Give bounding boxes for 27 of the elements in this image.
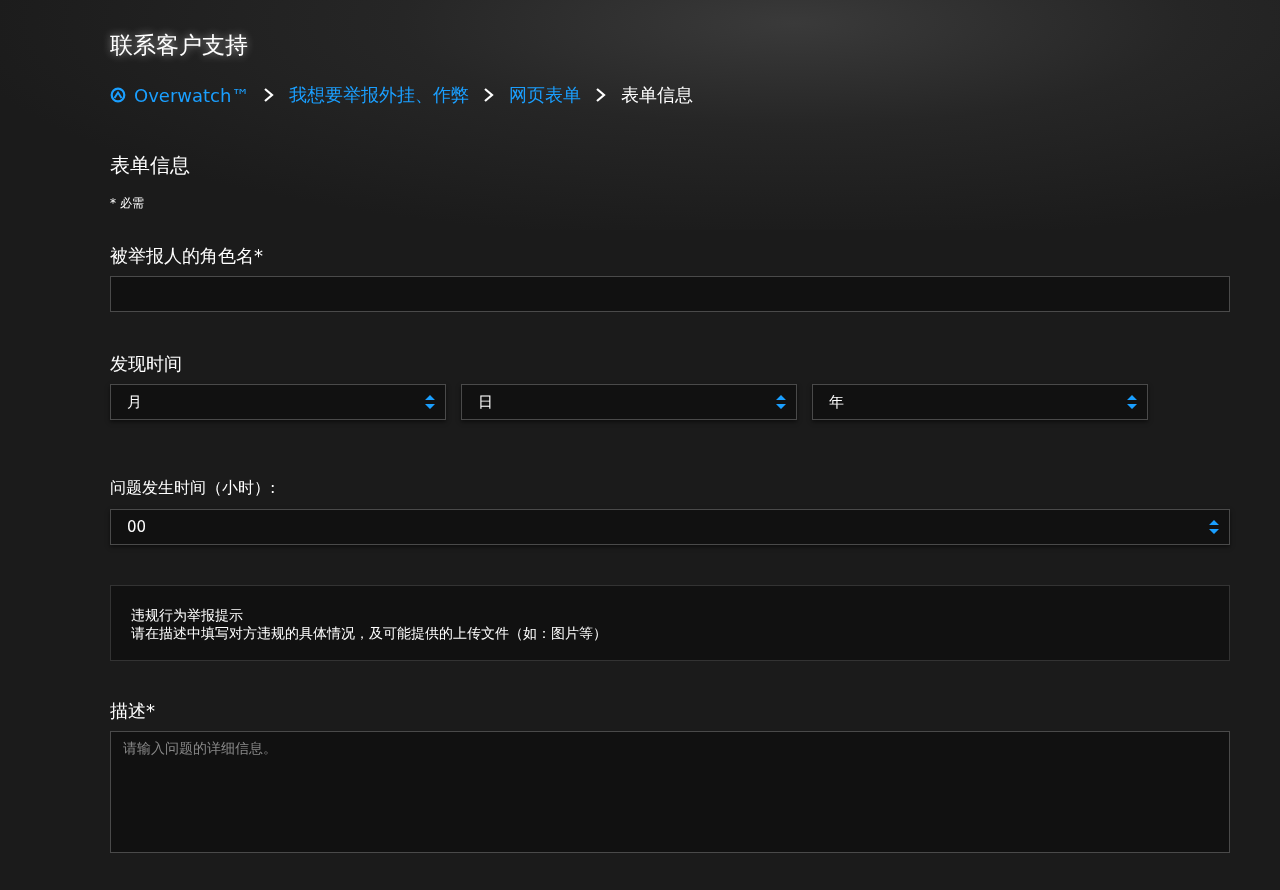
notice-text: 请在描述中填写对方违规的具体情况，及可能提供的上传文件（如：图片等） <box>131 624 608 642</box>
page-title: 联系客户支持 <box>110 31 249 60</box>
field-label: 被举报人的角色名* <box>110 244 264 268</box>
dropdown-select[interactable]: 年 <box>812 384 1148 420</box>
breadcrumb-link[interactable]: Overwatch™ <box>110 84 250 106</box>
breadcrumb-link[interactable]: 网页表单 <box>509 83 582 107</box>
field-label: 描述* <box>110 699 156 723</box>
sort-arrows-icon <box>425 395 435 409</box>
sort-arrows-icon <box>776 395 786 409</box>
dropdown-select[interactable]: 日 <box>461 384 797 420</box>
field-label: 问题发生时间（小时）: <box>110 478 277 499</box>
field-label: 发现时间 <box>110 352 183 376</box>
input-field[interactable] <box>110 276 1230 312</box>
sort-arrows-icon <box>1209 520 1219 534</box>
dropdown-select[interactable]: 00 <box>110 509 1230 545</box>
sort-arrows-icon <box>1127 395 1137 409</box>
breadcrumb-link[interactable]: 我想要举报外挂、作弊 <box>289 83 470 107</box>
notice-text: 违规行为举报提示 <box>131 606 244 624</box>
game-logo-icon <box>110 87 126 103</box>
chevron-right-icon <box>595 87 608 103</box>
textarea-field[interactable]: 请输入问题的详细信息。 <box>110 731 1230 853</box>
form-title: 表单信息 <box>110 152 191 179</box>
required-note: * 必需 <box>110 195 145 212</box>
chevron-right-icon <box>483 87 496 103</box>
breadcrumb-link[interactable]: 表单信息 <box>621 83 694 107</box>
dropdown-select[interactable]: 月 <box>110 384 446 420</box>
chevron-right-icon <box>263 87 276 103</box>
